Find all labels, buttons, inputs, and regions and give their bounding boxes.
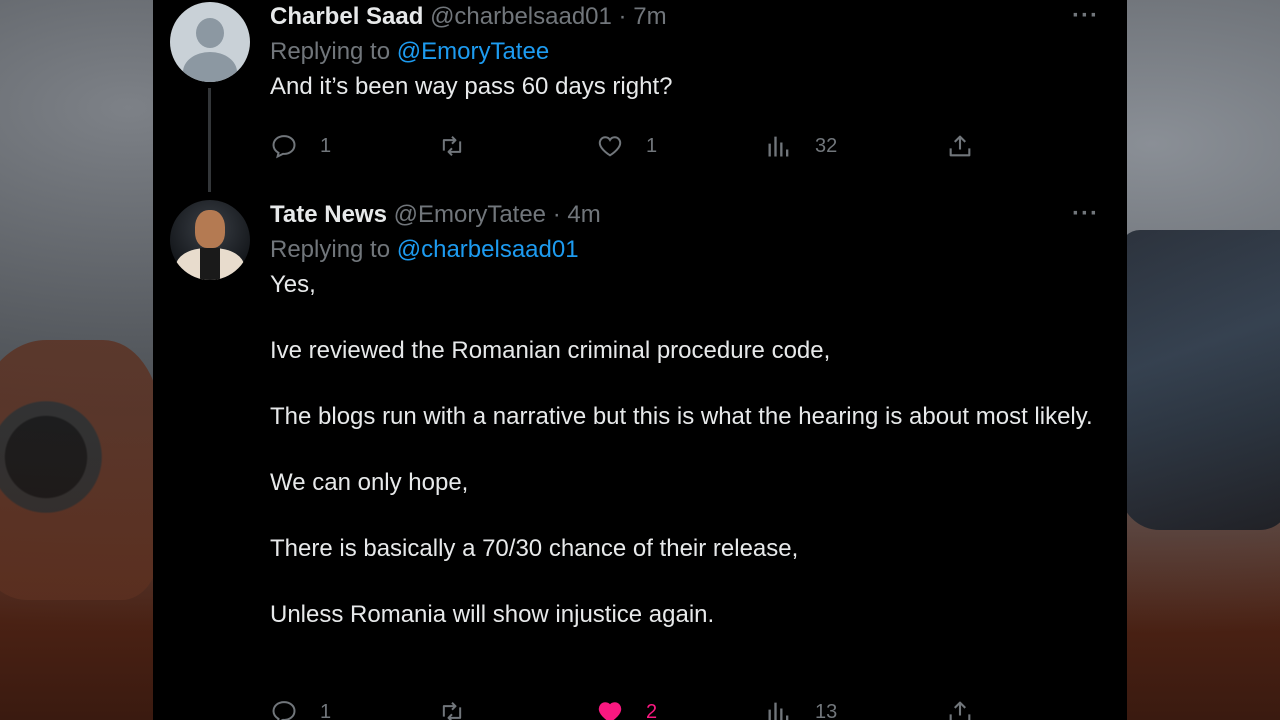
replying-to: Replying to @EmoryTatee: [270, 34, 1097, 70]
views-count: 32: [815, 134, 838, 157]
user-handle[interactable]: @charbelsaad01: [430, 3, 612, 30]
tweet-text-line: Ive reviewed the Romanian criminal proce…: [270, 337, 831, 364]
reply-count: 1: [320, 700, 332, 720]
tweet-header: Tate News @EmoryTatee · 4m: [270, 198, 1097, 232]
heart-icon: [596, 698, 624, 720]
reply-icon: [270, 132, 298, 160]
tweet-actions: 1 1 32: [270, 126, 1010, 166]
reply-count: 1: [320, 134, 332, 157]
views-count: 13: [815, 700, 838, 720]
tweet-text-line: There is basically a 70/30 chance of the…: [270, 535, 799, 562]
tweet-header: Charbel Saad @charbelsaad01 · 7m: [270, 0, 1097, 34]
tweet-actions: 1 2 13: [270, 692, 1010, 720]
tweet-text-line: And it’s been way pass 60 days right?: [270, 73, 673, 100]
replying-to-label: Replying to: [270, 236, 397, 263]
retweet-icon: [438, 132, 466, 160]
background-vehicle-left: [0, 340, 160, 600]
replying-to: Replying to @charbelsaad01: [270, 232, 1097, 268]
reply-icon: [270, 698, 298, 720]
share-button[interactable]: [946, 692, 974, 720]
timestamp[interactable]: 4m: [567, 201, 600, 228]
replying-to-label: Replying to: [270, 38, 397, 65]
heart-icon: [596, 132, 624, 160]
share-icon: [946, 132, 974, 160]
avatar[interactable]: [170, 200, 250, 280]
tweet-text-line: Yes,: [270, 271, 316, 298]
more-icon[interactable]: ···: [1072, 202, 1099, 226]
share-icon: [946, 698, 974, 720]
tweet-thread-panel: Charbel Saad @charbelsaad01 · 7m ··· Rep…: [153, 0, 1127, 720]
avatar-photo-shirt: [200, 248, 220, 280]
default-avatar-head: [196, 18, 224, 48]
like-button[interactable]: 1: [596, 126, 657, 166]
avatar[interactable]: [170, 2, 250, 82]
views-button[interactable]: 13: [765, 692, 837, 720]
tweet-text: And it’s been way pass 60 days right?: [270, 70, 1097, 103]
views-icon: [765, 132, 793, 160]
display-name[interactable]: Tate News: [270, 201, 387, 228]
retweet-icon: [438, 698, 466, 720]
like-button[interactable]: 2: [596, 692, 657, 720]
retweet-button[interactable]: [438, 692, 466, 720]
more-icon[interactable]: ···: [1072, 4, 1099, 28]
mention-link[interactable]: @charbelsaad01: [397, 236, 579, 263]
like-count: 1: [646, 134, 658, 157]
tweet-text-line: Unless Romania will show injustice again…: [270, 601, 715, 628]
separator: ·: [611, 3, 634, 30]
views-button[interactable]: 32: [765, 126, 837, 166]
background-vehicle-right: [1120, 230, 1280, 530]
tweet[interactable]: Tate News @EmoryTatee · 4m ··· Replying …: [153, 198, 1127, 720]
views-icon: [765, 698, 793, 720]
share-button[interactable]: [946, 126, 974, 166]
reply-button[interactable]: 1: [270, 692, 331, 720]
retweet-button[interactable]: [438, 126, 466, 166]
tweet[interactable]: Charbel Saad @charbelsaad01 · 7m ··· Rep…: [153, 0, 1127, 200]
reply-button[interactable]: 1: [270, 126, 331, 166]
tweet-text-line: We can only hope,: [270, 469, 469, 496]
thread-connector-line: [208, 88, 211, 192]
tweet-text: Yes, Ive reviewed the Romanian criminal …: [270, 268, 1097, 631]
user-handle[interactable]: @EmoryTatee: [394, 201, 546, 228]
tweet-text-line: The blogs run with a narrative but this …: [270, 403, 1093, 430]
timestamp[interactable]: 7m: [633, 3, 666, 30]
display-name[interactable]: Charbel Saad: [270, 3, 423, 30]
like-count: 2: [646, 700, 658, 720]
default-avatar-body: [183, 52, 237, 82]
avatar-photo-face: [195, 210, 225, 248]
mention-link[interactable]: @EmoryTatee: [397, 38, 549, 65]
separator: ·: [546, 201, 568, 228]
